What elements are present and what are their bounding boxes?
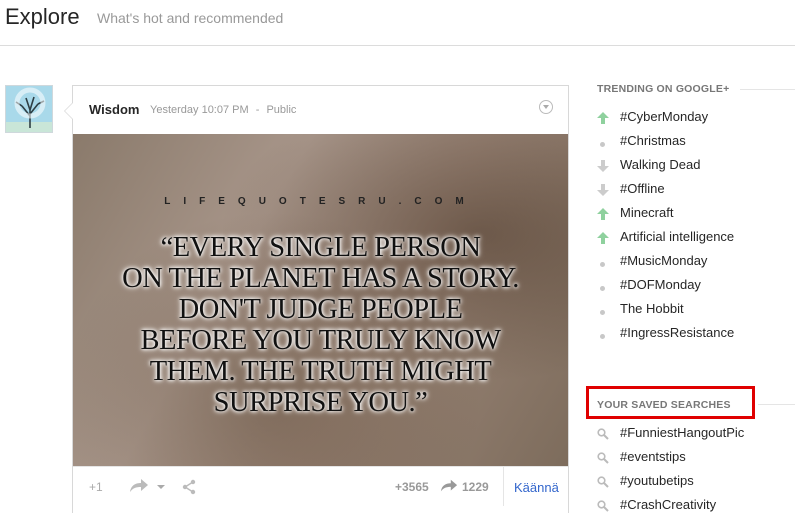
- meta-separator: -: [255, 104, 260, 116]
- share-dropdown-icon[interactable]: [157, 485, 165, 489]
- trending-item-label: #DOFMonday: [620, 277, 701, 292]
- author-name[interactable]: Wisdom: [89, 102, 139, 117]
- translate-link[interactable]: Käännä: [514, 480, 559, 495]
- search-icon: [597, 500, 609, 512]
- post-pointer: [64, 102, 73, 120]
- saved-searches-heading: YOUR SAVED SEARCHES: [597, 399, 731, 411]
- trending-item[interactable]: Artificial intelligence: [597, 229, 787, 249]
- page-title: Explore: [5, 4, 80, 29]
- trending-item-label: #Christmas: [620, 133, 686, 148]
- share-arrow-icon[interactable]: [129, 479, 149, 493]
- trending-item[interactable]: #Offline: [597, 181, 787, 201]
- trend-up-arrow-icon: [597, 208, 609, 220]
- trending-item-label: Walking Dead: [620, 157, 701, 172]
- trending-item[interactable]: #DOFMonday: [597, 277, 787, 297]
- quote-text: “EVERY SINGLE PERSON ON THE PLANET HAS A…: [93, 232, 548, 418]
- page-header: Explore What's hot and recommended: [0, 0, 795, 46]
- saved-search-label: #eventstips: [620, 449, 686, 464]
- share-alt-icon[interactable]: [181, 479, 197, 495]
- search-icon: [597, 452, 609, 464]
- trending-heading-rule: [740, 89, 795, 90]
- trending-item-label: The Hobbit: [620, 301, 684, 316]
- trend-same-dot-icon: [597, 328, 609, 340]
- quote-line: “EVERY SINGLE PERSON: [160, 232, 481, 263]
- tree-avatar-icon: [6, 86, 52, 132]
- saved-search-label: #CrashCreativity: [620, 497, 717, 512]
- saved-search-item[interactable]: #eventstips: [597, 449, 787, 469]
- plus-one-count: +3565: [395, 480, 429, 494]
- quote-line: ON THE PLANET HAS A STORY.: [122, 263, 519, 294]
- post-visibility[interactable]: Public: [266, 104, 296, 116]
- translate-divider: [503, 467, 504, 506]
- search-icon: [597, 428, 609, 440]
- saved-search-item[interactable]: #FunniestHangoutPic: [597, 425, 787, 445]
- quote-line: THEM. THE TRUTH MIGHT: [149, 356, 492, 387]
- saved-search-item[interactable]: #CrashCreativity: [597, 497, 787, 513]
- trending-item-label: #CyberMonday: [620, 109, 709, 124]
- reshare-count: 1229: [462, 480, 489, 494]
- quote-line: SURPRISE YOU.”: [213, 387, 428, 418]
- page-subtitle: What's hot and recommended: [97, 10, 284, 26]
- trending-item[interactable]: Minecraft: [597, 205, 787, 225]
- trend-same-dot-icon: [597, 256, 609, 268]
- post-time[interactable]: Yesterday 10:07 PM: [150, 104, 249, 116]
- trend-up-arrow-icon: [597, 112, 609, 124]
- trend-same-dot-icon: [597, 136, 609, 148]
- trend-down-arrow-icon: [597, 160, 609, 172]
- trending-item[interactable]: The Hobbit: [597, 301, 787, 321]
- trending-heading: TRENDING ON GOOGLE+: [597, 83, 730, 95]
- trending-item[interactable]: #MusicMonday: [597, 253, 787, 273]
- trend-same-dot-icon: [597, 280, 609, 292]
- trending-item[interactable]: #IngressResistance: [597, 325, 787, 345]
- saved-heading-rule: [758, 404, 795, 405]
- trending-item-label: #Offline: [620, 181, 665, 196]
- post-meta: Yesterday 10:07 PM - Public: [150, 104, 300, 116]
- quote-line: BEFORE YOU TRULY KNOW: [140, 325, 501, 356]
- trending-item-label: Minecraft: [620, 205, 674, 220]
- trend-up-arrow-icon: [597, 232, 609, 244]
- explore-page: Explore What's hot and recommended Wisdo…: [0, 0, 795, 513]
- post-action-bar: +1 +3565 1229 Käännä: [73, 466, 568, 506]
- trend-same-dot-icon: [597, 304, 609, 316]
- trending-item[interactable]: #CyberMonday: [597, 109, 787, 129]
- author-avatar[interactable]: [5, 85, 53, 133]
- post-menu-chevron-icon[interactable]: [539, 100, 553, 114]
- trending-item-label: #MusicMonday: [620, 253, 708, 268]
- reshare-icon: [440, 479, 458, 492]
- quote-image[interactable]: LIFEQUOTESRU.COM “EVERY SINGLE PERSON ON…: [73, 134, 568, 466]
- search-icon: [597, 476, 609, 488]
- plus-one-button[interactable]: +1: [89, 480, 103, 494]
- trending-item[interactable]: Walking Dead: [597, 157, 787, 177]
- saved-search-item[interactable]: #youtubetips: [597, 473, 787, 493]
- post-card: Wisdom Yesterday 10:07 PM - Public LIFEQ…: [64, 85, 569, 513]
- trend-down-arrow-icon: [597, 184, 609, 196]
- saved-search-label: #FunniestHangoutPic: [620, 425, 745, 440]
- trending-item-label: #IngressResistance: [620, 325, 735, 340]
- quote-site-watermark: LIFEQUOTESRU.COM: [164, 196, 477, 207]
- trending-item[interactable]: #Christmas: [597, 133, 787, 153]
- trending-item-label: Artificial intelligence: [620, 229, 735, 244]
- quote-line: DON'T JUDGE PEOPLE: [178, 294, 463, 325]
- saved-search-label: #youtubetips: [620, 473, 694, 488]
